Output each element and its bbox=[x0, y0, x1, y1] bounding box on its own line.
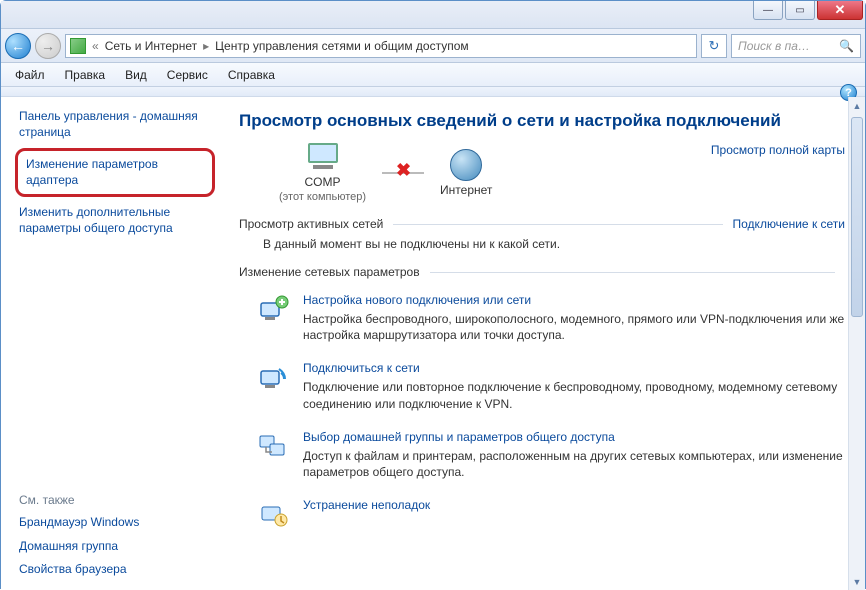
sidebar-change-sharing-settings[interactable]: Изменить дополнительные параметры общего… bbox=[19, 201, 211, 240]
refresh-button[interactable]: ↻ bbox=[701, 34, 727, 58]
connection-line: ✖ bbox=[382, 172, 424, 174]
section-active-networks: Просмотр активных сетей Подключение к се… bbox=[239, 217, 845, 231]
option-description: Настройка беспроводного, широкополосного… bbox=[303, 311, 845, 343]
network-options-list: Настройка нового подключения или сети На… bbox=[239, 285, 845, 542]
computer-icon bbox=[305, 143, 341, 173]
address-bar[interactable]: « Сеть и Интернет ▸ Центр управления сет… bbox=[65, 34, 697, 58]
connect-network-icon bbox=[257, 361, 291, 395]
search-icon: 🔍 bbox=[839, 39, 854, 53]
breadcrumb-part[interactable]: Центр управления сетями и общим доступом bbox=[215, 39, 469, 53]
menu-bar: Файл Правка Вид Сервис Справка bbox=[1, 63, 865, 87]
option-description: Подключение или повторное подключение к … bbox=[303, 379, 845, 411]
no-network-info: В данный момент вы не подключены ни к ка… bbox=[239, 237, 845, 251]
page-title: Просмотр основных сведений о сети и наст… bbox=[239, 111, 845, 131]
disconnected-icon: ✖ bbox=[396, 160, 411, 181]
menu-tools[interactable]: Сервис bbox=[159, 66, 216, 84]
content-area: Просмотр основных сведений о сети и наст… bbox=[219, 97, 865, 590]
node-this-computer: COMP (этот компьютер) bbox=[279, 143, 366, 203]
option-troubleshoot[interactable]: Устранение неполадок bbox=[239, 490, 845, 542]
menu-file[interactable]: Файл bbox=[7, 66, 53, 84]
breadcrumb-part[interactable]: Сеть и Интернет bbox=[105, 39, 197, 53]
search-input[interactable]: Поиск в па… 🔍 bbox=[731, 34, 861, 58]
back-button[interactable]: ← bbox=[5, 33, 31, 59]
menu-edit[interactable]: Правка bbox=[57, 66, 114, 84]
sidebar-see-also-label: См. также bbox=[19, 485, 211, 511]
address-bar-row: ← → « Сеть и Интернет ▸ Центр управления… bbox=[1, 29, 865, 63]
chevron-right-icon: ▸ bbox=[203, 39, 209, 53]
node-internet: Интернет bbox=[440, 149, 492, 197]
globe-icon bbox=[450, 149, 482, 181]
section-change-settings: Изменение сетевых параметров bbox=[239, 265, 845, 279]
sidebar-homegroup[interactable]: Домашняя группа bbox=[19, 535, 211, 559]
section-title: Просмотр активных сетей bbox=[239, 217, 383, 231]
search-placeholder: Поиск в па… bbox=[738, 39, 810, 53]
forward-button[interactable]: → bbox=[35, 33, 61, 59]
troubleshoot-icon bbox=[257, 498, 291, 532]
menu-view[interactable]: Вид bbox=[117, 66, 155, 84]
view-full-map-link[interactable]: Просмотр полной карты bbox=[711, 143, 845, 157]
option-title: Устранение неполадок bbox=[303, 498, 430, 512]
network-map-row: Просмотр полной карты COMP (этот компьют… bbox=[239, 143, 845, 203]
node-label: COMP bbox=[305, 175, 341, 189]
option-description: Доступ к файлам и принтерам, расположенн… bbox=[303, 448, 845, 480]
sidebar: Панель управления - домашняя страница Из… bbox=[1, 97, 219, 590]
sidebar-change-adapter-settings[interactable]: Изменение параметров адаптера bbox=[15, 148, 215, 197]
window-titlebar: — ▭ ✕ bbox=[1, 1, 865, 29]
menu-help[interactable]: Справка bbox=[220, 66, 283, 84]
node-label: Интернет bbox=[440, 183, 492, 197]
setup-connection-icon bbox=[257, 293, 291, 327]
option-title: Выбор домашней группы и параметров общег… bbox=[303, 430, 845, 444]
scroll-down-icon[interactable]: ▼ bbox=[849, 573, 865, 590]
sidebar-firewall[interactable]: Брандмауэр Windows bbox=[19, 511, 211, 535]
maximize-button[interactable]: ▭ bbox=[785, 1, 815, 20]
scroll-up-icon[interactable]: ▲ bbox=[849, 97, 865, 114]
toolbar-strip: ? bbox=[1, 87, 865, 97]
breadcrumb-prefix: « bbox=[92, 39, 99, 53]
homegroup-icon bbox=[257, 430, 291, 464]
location-icon bbox=[70, 38, 86, 54]
close-button[interactable]: ✕ bbox=[817, 1, 863, 20]
connect-to-network-link[interactable]: Подключение к сети bbox=[733, 217, 845, 231]
node-sublabel: (этот компьютер) bbox=[279, 191, 366, 203]
minimize-button[interactable]: — bbox=[753, 1, 783, 20]
sidebar-control-panel-home[interactable]: Панель управления - домашняя страница bbox=[19, 105, 211, 144]
option-connect-to-network[interactable]: Подключиться к сети Подключение или повт… bbox=[239, 353, 845, 421]
sidebar-browser-properties[interactable]: Свойства браузера bbox=[19, 558, 211, 582]
scroll-thumb[interactable] bbox=[851, 117, 863, 317]
option-title: Настройка нового подключения или сети bbox=[303, 293, 845, 307]
option-homegroup-sharing[interactable]: Выбор домашней группы и параметров общег… bbox=[239, 422, 845, 490]
section-title: Изменение сетевых параметров bbox=[239, 265, 420, 279]
vertical-scrollbar[interactable]: ▲ ▼ bbox=[848, 97, 865, 590]
option-setup-new-connection[interactable]: Настройка нового подключения или сети На… bbox=[239, 285, 845, 353]
option-title: Подключиться к сети bbox=[303, 361, 845, 375]
